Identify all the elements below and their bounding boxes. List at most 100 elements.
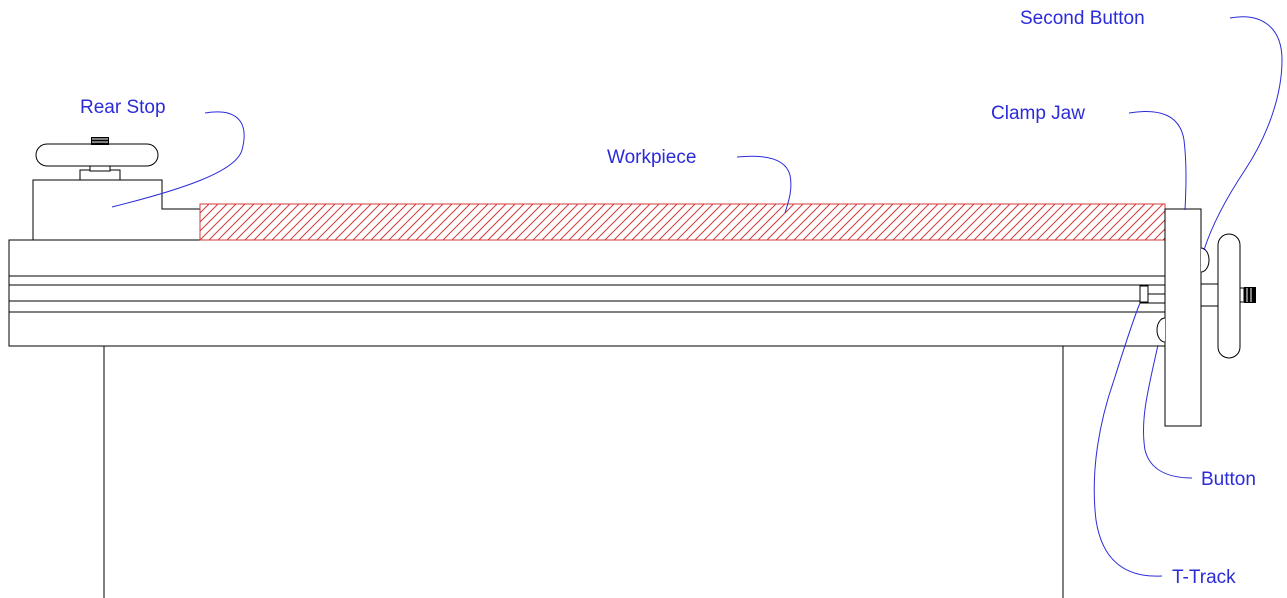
hatch-line bbox=[577, 204, 615, 240]
hatch-line bbox=[217, 204, 255, 240]
label-clamp-jaw: Clamp Jaw bbox=[991, 103, 1085, 124]
rear-stop bbox=[32, 137, 201, 241]
hatch-line bbox=[649, 204, 687, 240]
hatch-line bbox=[550, 204, 588, 240]
clamp-knob bbox=[1200, 233, 1256, 359]
hatch-line bbox=[604, 204, 642, 240]
hatch-line bbox=[298, 204, 336, 240]
hatch-line bbox=[280, 204, 318, 240]
hatch-line bbox=[460, 204, 498, 240]
hatch-line bbox=[388, 204, 426, 240]
hatch-line bbox=[820, 204, 858, 240]
hatch-line bbox=[766, 204, 804, 240]
hatch-line bbox=[505, 204, 543, 240]
label-rear-stop: Rear Stop bbox=[80, 97, 166, 118]
hatch-line bbox=[253, 204, 291, 240]
hatch-line bbox=[352, 204, 390, 240]
hatch-line bbox=[208, 204, 246, 240]
hatch-line bbox=[982, 204, 1020, 240]
hatch-line bbox=[469, 204, 507, 240]
hatch-line bbox=[523, 204, 561, 240]
hatch-line bbox=[226, 204, 264, 240]
hatch-line bbox=[946, 204, 984, 240]
hatch-line bbox=[739, 204, 777, 240]
hatch-line bbox=[487, 204, 525, 240]
hatch-line bbox=[397, 204, 435, 240]
hatch-line bbox=[595, 204, 633, 240]
hatch-line bbox=[685, 204, 723, 240]
hatch-line bbox=[433, 204, 471, 240]
hatch-line bbox=[370, 204, 408, 240]
hatch-line bbox=[964, 204, 1002, 240]
hatch-line bbox=[568, 204, 606, 240]
hatch-line bbox=[631, 204, 669, 240]
label-second-button: Second Button bbox=[1020, 8, 1145, 29]
hatch-line bbox=[847, 204, 885, 240]
hatch-line bbox=[883, 204, 921, 240]
hatch-line bbox=[793, 204, 831, 240]
hatch-line bbox=[235, 204, 273, 240]
second-button-part bbox=[1200, 247, 1210, 273]
hatch-line bbox=[1045, 204, 1083, 240]
hatch-line bbox=[973, 204, 1011, 240]
hatch-line bbox=[694, 204, 732, 240]
hatch-line bbox=[1009, 204, 1047, 240]
hatch-line bbox=[289, 204, 327, 240]
hatch-line bbox=[244, 204, 282, 240]
hatch-line bbox=[703, 204, 741, 240]
workpiece-hatch bbox=[200, 204, 1165, 240]
leader-second-button bbox=[1203, 16, 1283, 251]
hatch-line bbox=[892, 204, 930, 240]
hatch-line bbox=[640, 204, 678, 240]
hatch-line bbox=[1036, 204, 1074, 240]
hatch-line bbox=[829, 204, 867, 240]
hatch-line bbox=[928, 204, 966, 240]
hatch-line bbox=[424, 204, 462, 240]
hatch-line bbox=[451, 204, 489, 240]
hatch-line bbox=[919, 204, 957, 240]
hatch-line bbox=[838, 204, 876, 240]
hatch-line bbox=[325, 204, 363, 240]
hatch-line bbox=[874, 204, 912, 240]
hatch-line bbox=[721, 204, 759, 240]
hatch-line bbox=[991, 204, 1029, 240]
hatch-line bbox=[1126, 204, 1164, 240]
hatch-line bbox=[496, 204, 534, 240]
hatch-line bbox=[1081, 204, 1119, 240]
hatch-line bbox=[676, 204, 714, 240]
hatch-line bbox=[1090, 204, 1128, 240]
hatch-line bbox=[955, 204, 993, 240]
hatch-line bbox=[379, 204, 417, 240]
label-button: Button bbox=[1201, 469, 1256, 490]
hatch-line bbox=[622, 204, 660, 240]
hatch-line bbox=[200, 204, 237, 240]
hatch-line bbox=[1099, 204, 1137, 240]
hatch-line bbox=[406, 204, 444, 240]
hatch-line bbox=[748, 204, 786, 240]
hatch-line bbox=[343, 204, 381, 240]
hatch-line bbox=[478, 204, 516, 240]
hatch-line bbox=[334, 204, 372, 240]
clamp-jaw bbox=[1164, 208, 1202, 427]
leader-clamp-jaw bbox=[1128, 111, 1187, 211]
hatch-line bbox=[1018, 204, 1056, 240]
hatch-line bbox=[442, 204, 480, 240]
hatch-line bbox=[712, 204, 750, 240]
hatch-line bbox=[1063, 204, 1101, 240]
hatch-line bbox=[613, 204, 651, 240]
hatch-line bbox=[802, 204, 840, 240]
hatch-line bbox=[532, 204, 570, 240]
hatch-line bbox=[865, 204, 903, 240]
hatch-line bbox=[1072, 204, 1110, 240]
hatch-line bbox=[730, 204, 768, 240]
hatch-line bbox=[1108, 204, 1146, 240]
hatch-line bbox=[1027, 204, 1065, 240]
hatch-line bbox=[757, 204, 795, 240]
rail-body bbox=[8, 239, 1166, 347]
table-base bbox=[103, 346, 1064, 598]
hatch-line bbox=[307, 204, 345, 240]
hatch-line bbox=[910, 204, 948, 240]
hatch-line bbox=[514, 204, 552, 240]
hatch-line bbox=[586, 204, 624, 240]
hatch-line bbox=[541, 204, 579, 240]
